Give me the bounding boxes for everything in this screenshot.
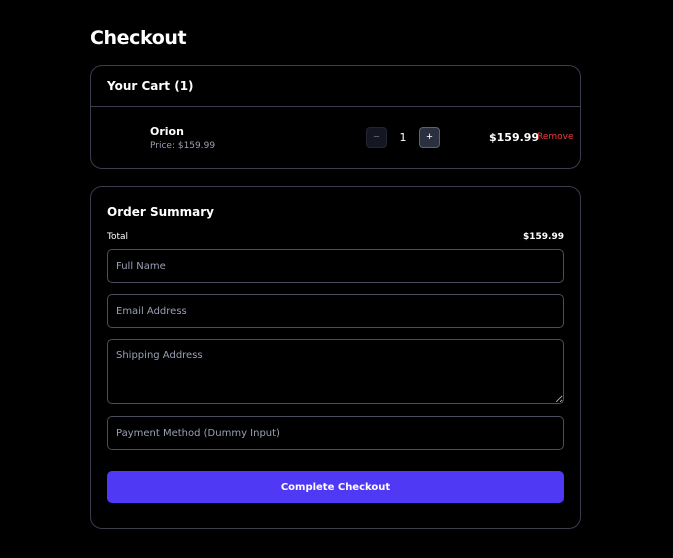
quantity-stepper: − 1 + (366, 127, 440, 148)
page-title: Checkout (90, 27, 187, 49)
total-row: Total $159.99 (107, 231, 564, 243)
quantity-value: 1 (399, 131, 407, 144)
payment-method-input[interactable] (107, 416, 564, 450)
remove-item-button[interactable]: Remove (537, 132, 574, 142)
cart-item-info: Orion Price: $159.99 (150, 125, 215, 153)
total-label: Total (107, 232, 129, 242)
email-input[interactable] (107, 294, 564, 328)
cart-item-price: Price: $159.99 (150, 141, 216, 151)
cart-item-total: $159.99 (489, 131, 540, 144)
order-summary-title: Order Summary (107, 205, 214, 219)
full-name-input[interactable] (107, 249, 564, 283)
decrease-quantity-button[interactable]: − (366, 127, 387, 148)
cart-header: Your Cart (1) (91, 66, 580, 107)
cart-item-row: Orion Price: $159.99 − 1 + $159.99 Remov… (91, 107, 580, 168)
checkout-page: Checkout Your Cart (1) Orion Price: $159… (90, 26, 581, 529)
shipping-address-input[interactable] (107, 339, 564, 404)
cart-card: Your Cart (1) Orion Price: $159.99 − 1 +… (90, 65, 581, 169)
total-value: $159.99 (523, 232, 564, 242)
order-summary-card: Order Summary Total $159.99 Complete Che… (90, 186, 581, 529)
cart-item-name: Orion (150, 125, 184, 138)
increase-quantity-button[interactable]: + (419, 127, 440, 148)
complete-checkout-button[interactable]: Complete Checkout (107, 471, 564, 503)
